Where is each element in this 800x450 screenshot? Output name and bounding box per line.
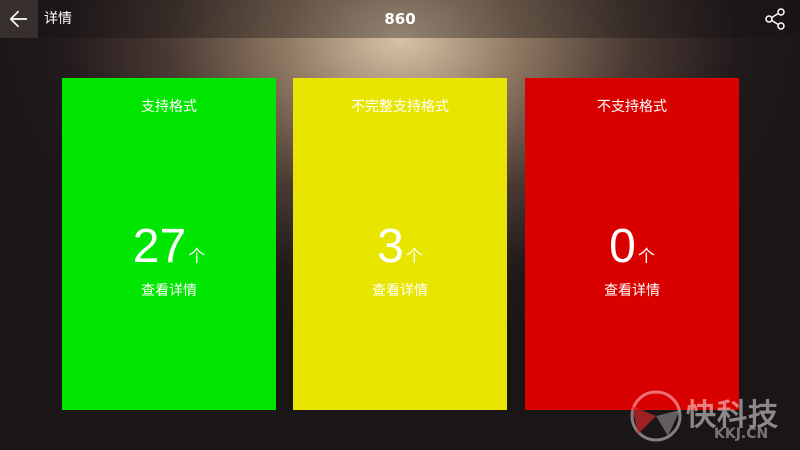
count-unit: 个: [405, 247, 423, 267]
card-supported-formats[interactable]: 支持格式 27 个 查看详情: [62, 78, 276, 410]
view-details-link[interactable]: 查看详情: [293, 280, 507, 300]
count-number: 0: [609, 220, 636, 273]
view-details-link[interactable]: 查看详情: [525, 280, 739, 300]
card-partially-supported-formats[interactable]: 不完整支持格式 3个 查看详情: [293, 78, 507, 410]
count-number: 27: [132, 220, 187, 273]
watermark: 快科技 KKJ.CN: [628, 384, 800, 450]
page-title: 860: [384, 10, 416, 28]
header-label: 详情: [44, 11, 72, 27]
card-count: 27 个: [62, 218, 276, 276]
count-unit: 个: [637, 247, 655, 267]
watermark-sub: KKJ.CN: [714, 426, 769, 442]
count-number: 3: [377, 220, 404, 273]
card-unsupported-formats[interactable]: 不支持格式 0个 查看详情: [525, 78, 739, 410]
view-details-link[interactable]: 查看详情: [62, 280, 276, 300]
back-button[interactable]: [0, 0, 38, 38]
share-icon: [765, 8, 785, 30]
share-button[interactable]: [762, 6, 788, 32]
card-title: 不支持格式: [597, 99, 667, 115]
card-title: 不完整支持格式: [351, 99, 449, 115]
card-count: 0个: [525, 218, 739, 276]
card-title: 支持格式: [141, 99, 197, 115]
watermark-logo-icon: [630, 390, 682, 442]
card-count: 3个: [293, 218, 507, 276]
arrow-left-icon: [9, 10, 28, 28]
header-bar: 详情 860: [0, 0, 800, 38]
count-unit: 个: [188, 247, 206, 267]
